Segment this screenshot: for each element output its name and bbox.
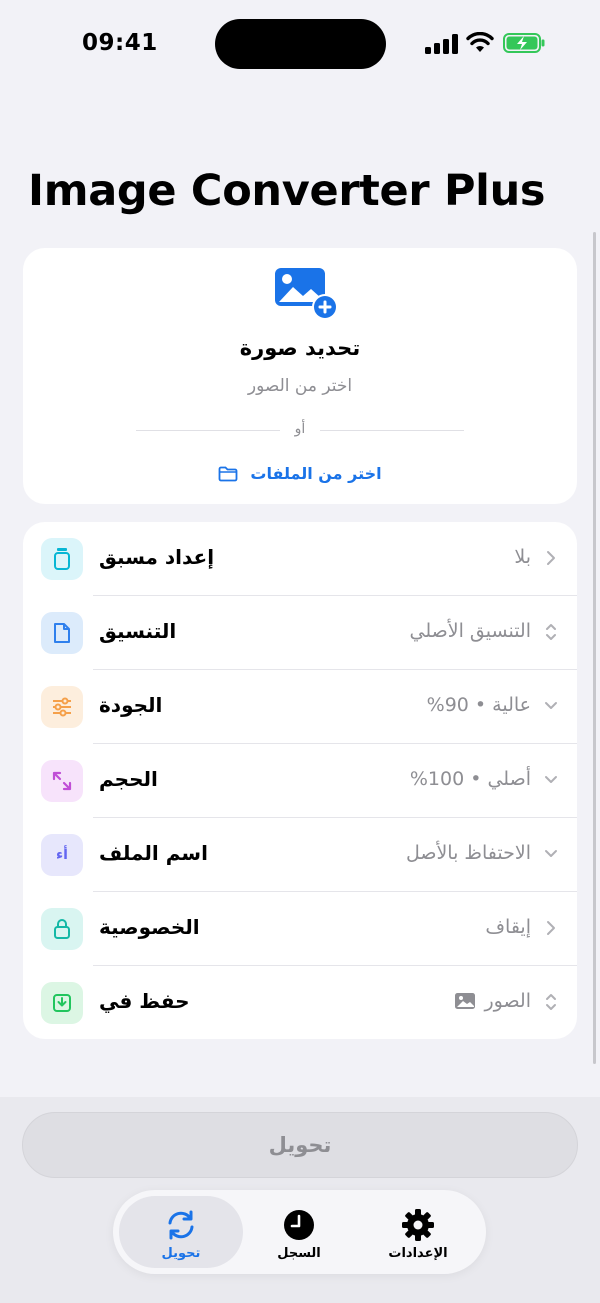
- clock-icon: [284, 1210, 314, 1240]
- sliders-icon: [41, 686, 83, 728]
- choose-from-files-button[interactable]: اختر من الملفات: [23, 464, 577, 483]
- status-time: 09:41: [82, 30, 158, 56]
- setting-row-filename[interactable]: أء اسم الملف الاحتفاظ بالأصل: [23, 818, 577, 892]
- tab-settings[interactable]: الإعدادات: [356, 1196, 480, 1268]
- setting-label: الجودة: [99, 693, 163, 717]
- setting-label: التنسيق: [99, 619, 177, 643]
- setting-row-size[interactable]: الحجم أصلي • 100%: [23, 744, 577, 818]
- download-icon: [41, 982, 83, 1024]
- tab-label: تحويل: [161, 1246, 201, 1261]
- settings-list: إعداد مسبق بلا التنسيق التنسيق الأصلي ال…: [23, 522, 577, 1039]
- filename-icon: أء: [41, 834, 83, 876]
- tab-history[interactable]: السجل: [237, 1196, 361, 1268]
- battery-charging-icon: [503, 33, 545, 53]
- image-picker-card[interactable]: تحديد صورة اختر من الصور أو اختر من المل…: [23, 248, 577, 504]
- setting-label: الحجم: [99, 767, 158, 791]
- divider-right: [320, 430, 464, 431]
- chevron-up-down-icon: [546, 994, 556, 1010]
- convert-button-label: تحويل: [268, 1133, 332, 1157]
- setting-value: أصلي • 100%: [409, 768, 531, 790]
- status-bar: 09:41: [0, 0, 600, 90]
- setting-label: الخصوصية: [99, 915, 200, 939]
- app-title: Image Converter Plus: [28, 166, 546, 216]
- setting-label: إعداد مسبق: [99, 545, 215, 569]
- choose-from-photos-button[interactable]: اختر من الصور: [23, 376, 577, 396]
- or-label: أو: [294, 421, 306, 437]
- setting-value: التنسيق الأصلي: [409, 620, 531, 642]
- chevron-down-icon: [545, 702, 557, 709]
- chevron-right-icon: [547, 921, 555, 935]
- preset-icon: [41, 538, 83, 580]
- convert-icon: [168, 1210, 194, 1240]
- convert-button[interactable]: تحويل: [22, 1112, 578, 1178]
- tab-label: السجل: [277, 1246, 321, 1261]
- select-image-title: تحديد صورة: [239, 336, 361, 360]
- chevron-down-icon: [545, 850, 557, 857]
- setting-value: إيقاف: [485, 916, 531, 938]
- tab-label: الإعدادات: [388, 1246, 448, 1261]
- setting-row-privacy[interactable]: الخصوصية إيقاف: [23, 892, 577, 966]
- document-icon: [41, 612, 83, 654]
- scrollbar[interactable]: [593, 232, 596, 1064]
- dynamic-island: [215, 19, 386, 69]
- setting-row-save-to[interactable]: حفظ في الصور: [23, 966, 577, 1039]
- setting-label: حفظ في: [99, 989, 190, 1013]
- chevron-up-down-icon: [546, 624, 556, 640]
- tab-convert[interactable]: تحويل: [119, 1196, 243, 1268]
- setting-row-quality[interactable]: الجودة عالية • 90%: [23, 670, 577, 744]
- cellular-signal-icon: [425, 34, 458, 54]
- chevron-right-icon: [547, 551, 555, 565]
- setting-value: الصور: [484, 990, 531, 1012]
- tab-bar: تحويل السجل الإعدادات: [113, 1190, 486, 1274]
- gear-icon: [402, 1209, 434, 1241]
- setting-value-wrap: الصور: [454, 990, 531, 1012]
- setting-label: اسم الملف: [99, 841, 208, 865]
- setting-value: عالية • 90%: [426, 694, 531, 716]
- setting-row-preset[interactable]: إعداد مسبق بلا: [23, 522, 577, 596]
- resize-icon: [41, 760, 83, 802]
- chevron-down-icon: [545, 776, 557, 783]
- setting-row-format[interactable]: التنسيق التنسيق الأصلي: [23, 596, 577, 670]
- filename-icon-glyph: أء: [56, 847, 68, 863]
- wifi-icon: [466, 32, 494, 52]
- setting-value: الاحتفاظ بالأصل: [405, 842, 531, 864]
- choose-from-files-label: اختر من الملفات: [250, 464, 382, 483]
- photo-icon: [455, 993, 476, 1009]
- setting-value: بلا: [514, 546, 531, 568]
- folder-icon: [218, 466, 238, 481]
- lock-icon: [41, 908, 83, 950]
- add-photo-icon: [275, 268, 338, 320]
